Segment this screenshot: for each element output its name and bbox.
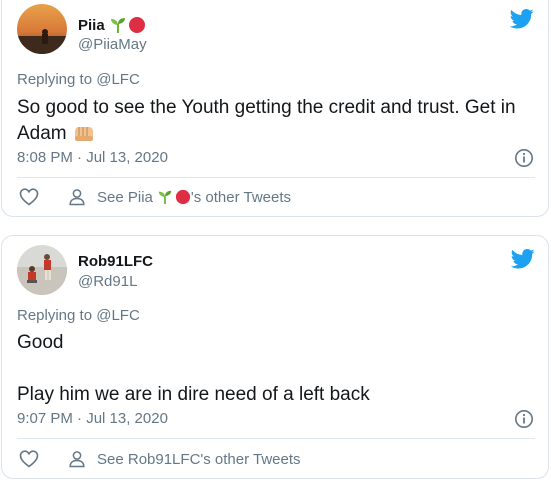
replying-to[interactable]: Replying to @LFC — [17, 71, 140, 88]
seedling-icon — [110, 18, 125, 33]
red-circle-icon — [175, 189, 190, 205]
display-name-text[interactable]: Piia — [78, 17, 105, 34]
see-other-tweets-prefix[interactable]: See Piia — [97, 189, 153, 206]
red-circle-icon — [128, 17, 145, 33]
user-handle[interactable]: @Rd91L — [78, 273, 137, 290]
timestamp[interactable]: 8:08 PM · Jul 13, 2020 — [17, 149, 168, 166]
person-icon — [69, 189, 85, 206]
avatar[interactable] — [17, 4, 67, 54]
see-other-tweets-suffix[interactable]: 's other Tweets — [191, 189, 291, 206]
like-heart-icon[interactable] — [19, 450, 39, 468]
tweet-text-blank-line — [17, 356, 537, 382]
divider — [17, 177, 535, 178]
display-name[interactable]: Rob91LFC — [78, 253, 153, 270]
twitter-logo-icon[interactable] — [510, 9, 534, 29]
user-handle[interactable]: @PiiaMay — [78, 36, 147, 53]
display-name[interactable]: Piia — [78, 16, 146, 34]
tweet-card[interactable]: Rob91LFC @Rd91L Replying to @LFC Good Pl… — [1, 235, 549, 479]
divider — [17, 438, 535, 439]
tweet-card[interactable]: Piia @PiiaMay Replying to @LFC So good t… — [1, 0, 549, 217]
info-icon[interactable] — [514, 409, 534, 429]
tweet-text-line: So good to see the Youth getting the cre… — [17, 97, 516, 118]
see-other-tweets-text[interactable]: See Rob91LFC's other Tweets — [97, 451, 301, 468]
tweet-text: So good to see the Youth getting the cre… — [17, 95, 537, 147]
display-name-text[interactable]: Rob91LFC — [78, 253, 153, 270]
see-other-tweets-link[interactable]: See Piia 's other Tweets — [68, 188, 291, 206]
twitter-logo-icon[interactable] — [511, 249, 535, 269]
tweet-text-line: Good — [17, 332, 64, 353]
info-icon[interactable] — [514, 148, 534, 168]
tweet-text-line: Adam — [17, 123, 67, 144]
tweet-text-line: Play him we are in dire need of a left b… — [17, 384, 370, 405]
person-icon — [69, 451, 85, 468]
like-heart-icon[interactable] — [19, 188, 39, 206]
replying-to[interactable]: Replying to @LFC — [17, 307, 140, 324]
oncoming-fist-icon — [74, 127, 93, 141]
see-other-tweets-link[interactable]: See Rob91LFC's other Tweets — [68, 450, 301, 468]
seedling-icon — [158, 190, 172, 205]
tweet-text: Good Play him we are in dire need of a l… — [17, 330, 537, 408]
avatar[interactable] — [17, 245, 67, 295]
timestamp[interactable]: 9:07 PM · Jul 13, 2020 — [17, 410, 168, 427]
